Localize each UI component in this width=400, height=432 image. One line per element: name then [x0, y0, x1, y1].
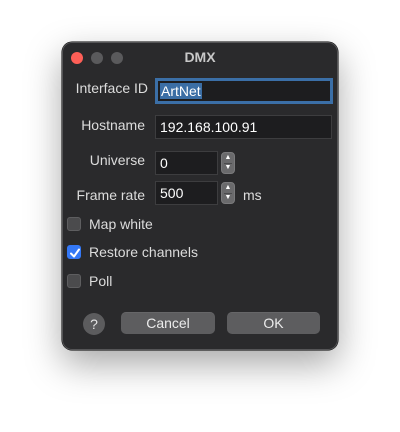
frame-rate-field[interactable]: 500	[155, 181, 218, 205]
universe-stepper[interactable]: ▲ ▼	[221, 152, 235, 174]
universe-field[interactable]: 0	[155, 151, 218, 175]
poll-label: Poll	[89, 273, 113, 289]
hostname-field[interactable]: 192.168.100.91	[155, 115, 332, 139]
interface-id-value: ArtNet	[160, 83, 202, 99]
poll-checkbox[interactable]	[67, 274, 81, 288]
hostname-label: Hostname	[81, 117, 145, 133]
map-white-label: Map white	[89, 216, 153, 232]
stepper-up-icon[interactable]: ▲	[222, 153, 234, 163]
title-bar[interactable]: DMX	[63, 43, 337, 71]
stepper-down-icon[interactable]: ▼	[222, 193, 234, 203]
cancel-button[interactable]: Cancel	[121, 312, 215, 334]
interface-id-field[interactable]: ArtNet	[155, 78, 333, 104]
universe-label: Universe	[89, 152, 145, 168]
restore-channels-checkbox[interactable]	[67, 245, 81, 259]
stepper-down-icon[interactable]: ▼	[222, 163, 234, 173]
checkmark-icon	[70, 248, 80, 258]
restore-channels-label: Restore channels	[89, 244, 198, 260]
interface-id-label: Interface ID	[75, 80, 148, 96]
stepper-up-icon[interactable]: ▲	[222, 183, 234, 193]
window-title: DMX	[184, 49, 216, 65]
ok-button[interactable]: OK	[227, 312, 320, 334]
map-white-checkbox[interactable]	[67, 217, 81, 231]
help-button[interactable]: ?	[83, 313, 105, 335]
frame-rate-stepper[interactable]: ▲ ▼	[221, 182, 235, 204]
frame-rate-unit: ms	[243, 187, 262, 203]
frame-rate-label: Frame rate	[76, 187, 145, 203]
